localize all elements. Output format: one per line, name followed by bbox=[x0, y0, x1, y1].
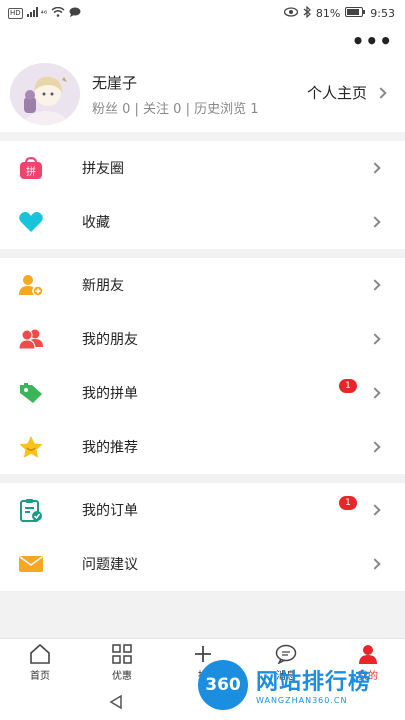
menu-item-feedback[interactable]: 问题建议 bbox=[0, 537, 405, 591]
chevron-right-icon bbox=[369, 504, 381, 516]
chat-notification-icon bbox=[69, 7, 81, 20]
battery-icon bbox=[345, 7, 366, 20]
watermark-url: WANGZHAN360.CN bbox=[256, 696, 348, 705]
hd-badge: HD bbox=[8, 8, 23, 19]
menu-item-my-recommendations[interactable]: 我的推荐 bbox=[0, 420, 405, 474]
status-right: 81% 9:53 bbox=[283, 5, 395, 21]
tab-home[interactable]: 首页 bbox=[10, 643, 70, 682]
tab-label: 优惠 bbox=[112, 671, 132, 682]
chevron-right-icon bbox=[369, 333, 381, 345]
chevron-right-icon bbox=[375, 86, 387, 99]
grid-icon bbox=[92, 643, 152, 665]
top-bar: ••• bbox=[0, 28, 405, 58]
status-bar: HD ⁴⁶ 81% 9:53 bbox=[0, 0, 405, 28]
menu-item-label: 问题建议 bbox=[82, 557, 138, 573]
profile-stats: 粉丝 0 | 关注 0 | 历史浏览 1 bbox=[92, 102, 259, 117]
add-friend-icon bbox=[18, 273, 44, 297]
shopping-bag-icon: 拼 bbox=[18, 156, 44, 180]
notification-badge: 1 bbox=[339, 496, 357, 510]
back-triangle-icon[interactable] bbox=[108, 694, 124, 714]
more-button[interactable]: ••• bbox=[352, 31, 393, 51]
clipboard-icon bbox=[18, 498, 44, 522]
status-time: 9:53 bbox=[370, 7, 395, 20]
notification-badge: 1 bbox=[339, 379, 357, 393]
status-left: HD ⁴⁶ bbox=[8, 6, 81, 20]
chevron-right-icon bbox=[369, 558, 381, 570]
menu-group-1: 拼 拼友圈 收藏 bbox=[0, 141, 405, 249]
wifi-icon bbox=[51, 6, 65, 20]
menu-item-my-group-orders[interactable]: 我的拼单 1 bbox=[0, 366, 405, 420]
avatar[interactable] bbox=[10, 63, 80, 125]
username: 无崖子 bbox=[92, 74, 138, 92]
watermark-circle: 360 bbox=[198, 660, 248, 710]
menu-item-my-friends[interactable]: 我的朋友 bbox=[0, 312, 405, 366]
menu-item-label: 我的订单 bbox=[82, 503, 138, 519]
personal-homepage-link[interactable]: 个人主页 bbox=[306, 82, 387, 103]
heart-icon bbox=[18, 210, 44, 234]
signal-icon bbox=[26, 7, 41, 20]
chevron-right-icon bbox=[369, 441, 381, 453]
chevron-right-icon bbox=[369, 162, 381, 174]
mail-icon bbox=[18, 552, 44, 576]
eye-icon bbox=[283, 7, 298, 20]
tag-icon bbox=[18, 381, 44, 405]
menu-item-my-orders[interactable]: 我的订单 1 bbox=[0, 483, 405, 537]
personal-homepage-label: 个人主页 bbox=[306, 84, 367, 102]
menu-group-3: 我的订单 1 问题建议 bbox=[0, 483, 405, 591]
menu-group-2: 新朋友 我的朋友 我的拼单 1 我的推荐 bbox=[0, 258, 405, 474]
bluetooth-icon bbox=[303, 5, 311, 21]
chevron-right-icon bbox=[369, 216, 381, 228]
home-icon bbox=[10, 643, 70, 665]
menu-item-label: 收藏 bbox=[82, 215, 110, 231]
menu-item-pinyouquan[interactable]: 拼 拼友圈 bbox=[0, 141, 405, 195]
menu-item-label: 拼友圈 bbox=[82, 161, 124, 177]
watermark-text: 网站排行榜 bbox=[256, 670, 372, 695]
chevron-right-icon bbox=[369, 279, 381, 291]
tab-label: 首页 bbox=[30, 671, 50, 682]
chevron-right-icon bbox=[369, 387, 381, 399]
watermark-logo: 360 网站排行榜 WANGZHAN360.CN bbox=[198, 658, 398, 720]
star-icon bbox=[18, 435, 44, 459]
svg-text:拼: 拼 bbox=[26, 165, 36, 178]
menu-item-label: 新朋友 bbox=[82, 278, 124, 294]
menu-item-favorites[interactable]: 收藏 bbox=[0, 195, 405, 249]
tab-deals[interactable]: 优惠 bbox=[92, 643, 152, 682]
friends-icon bbox=[18, 327, 44, 351]
menu-item-label: 我的朋友 bbox=[82, 332, 138, 348]
profile-header[interactable]: 无崖子 粉丝 0 | 关注 0 | 历史浏览 1 个人主页 bbox=[0, 58, 405, 132]
menu-item-label: 我的拼单 bbox=[82, 386, 138, 402]
signal-label: ⁴⁶ bbox=[40, 9, 48, 18]
menu-item-label: 我的推荐 bbox=[82, 440, 138, 456]
battery-percent: 81% bbox=[315, 7, 341, 20]
menu-item-new-friends[interactable]: 新朋友 bbox=[0, 258, 405, 312]
